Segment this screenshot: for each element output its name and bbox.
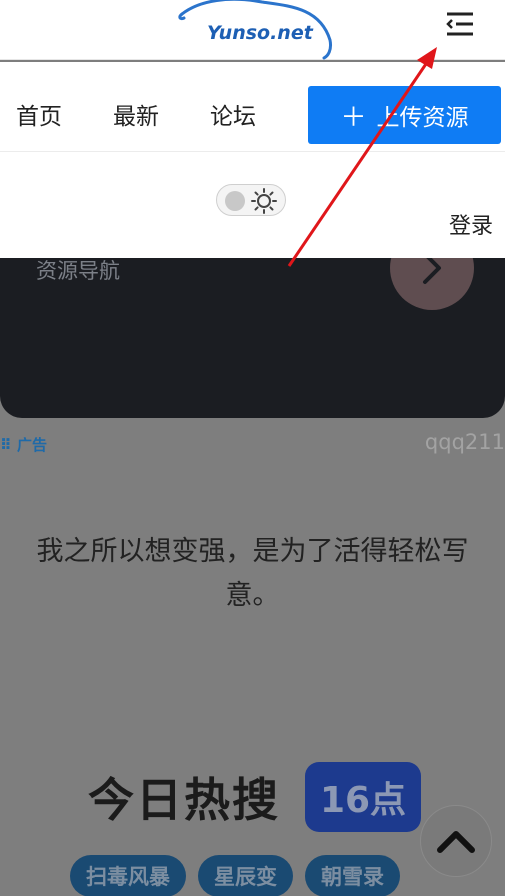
theme-toggle[interactable] <box>216 184 286 216</box>
hot-tag[interactable]: 朝雪录 <box>305 855 400 896</box>
login-link[interactable]: 登录 <box>449 208 493 240</box>
logo-text[interactable]: Yunso.net <box>207 22 313 44</box>
ad-label: ⠿ 广告 <box>0 436 47 454</box>
hot-tags: 扫毒风暴 星辰变 朝雪录 <box>70 855 400 896</box>
menu-item-forum[interactable]: 论坛 <box>210 97 256 131</box>
menu-collapse-icon <box>446 12 473 36</box>
menu-toggle-button[interactable] <box>440 6 480 42</box>
chevron-up-icon <box>437 831 475 853</box>
upload-resource-label: 上传资源 <box>376 105 469 131</box>
hot-search-time-badge: 16点 <box>305 762 421 832</box>
hot-search-title: 今日热搜 <box>88 773 280 827</box>
menu-item-latest[interactable]: 最新 <box>113 97 159 131</box>
sun-icon <box>251 188 277 214</box>
ad-username: qqq211 <box>424 430 505 454</box>
menu-links-row: 首页 最新 论坛 ＋ 上传资源 <box>0 62 505 152</box>
site-header: Yunso.net <box>0 0 505 60</box>
plus-icon: ＋ <box>340 102 367 133</box>
back-to-top-button[interactable] <box>420 805 492 877</box>
resource-nav-title: 资源导航 <box>36 259 120 283</box>
grid-icon: ⠿ <box>0 436 17 454</box>
daily-quote: 我之所以想变强，是为了活得轻松写意。 <box>36 536 469 611</box>
hot-tag[interactable]: 扫毒风暴 <box>70 855 186 896</box>
upload-resource-button[interactable]: ＋ 上传资源 <box>308 86 501 144</box>
menu-item-home[interactable]: 首页 <box>16 97 62 131</box>
mobile-menu-panel: 首页 最新 论坛 ＋ 上传资源 登录 <box>0 62 505 258</box>
toggle-knob <box>225 191 245 211</box>
hot-tag[interactable]: 星辰变 <box>198 855 293 896</box>
